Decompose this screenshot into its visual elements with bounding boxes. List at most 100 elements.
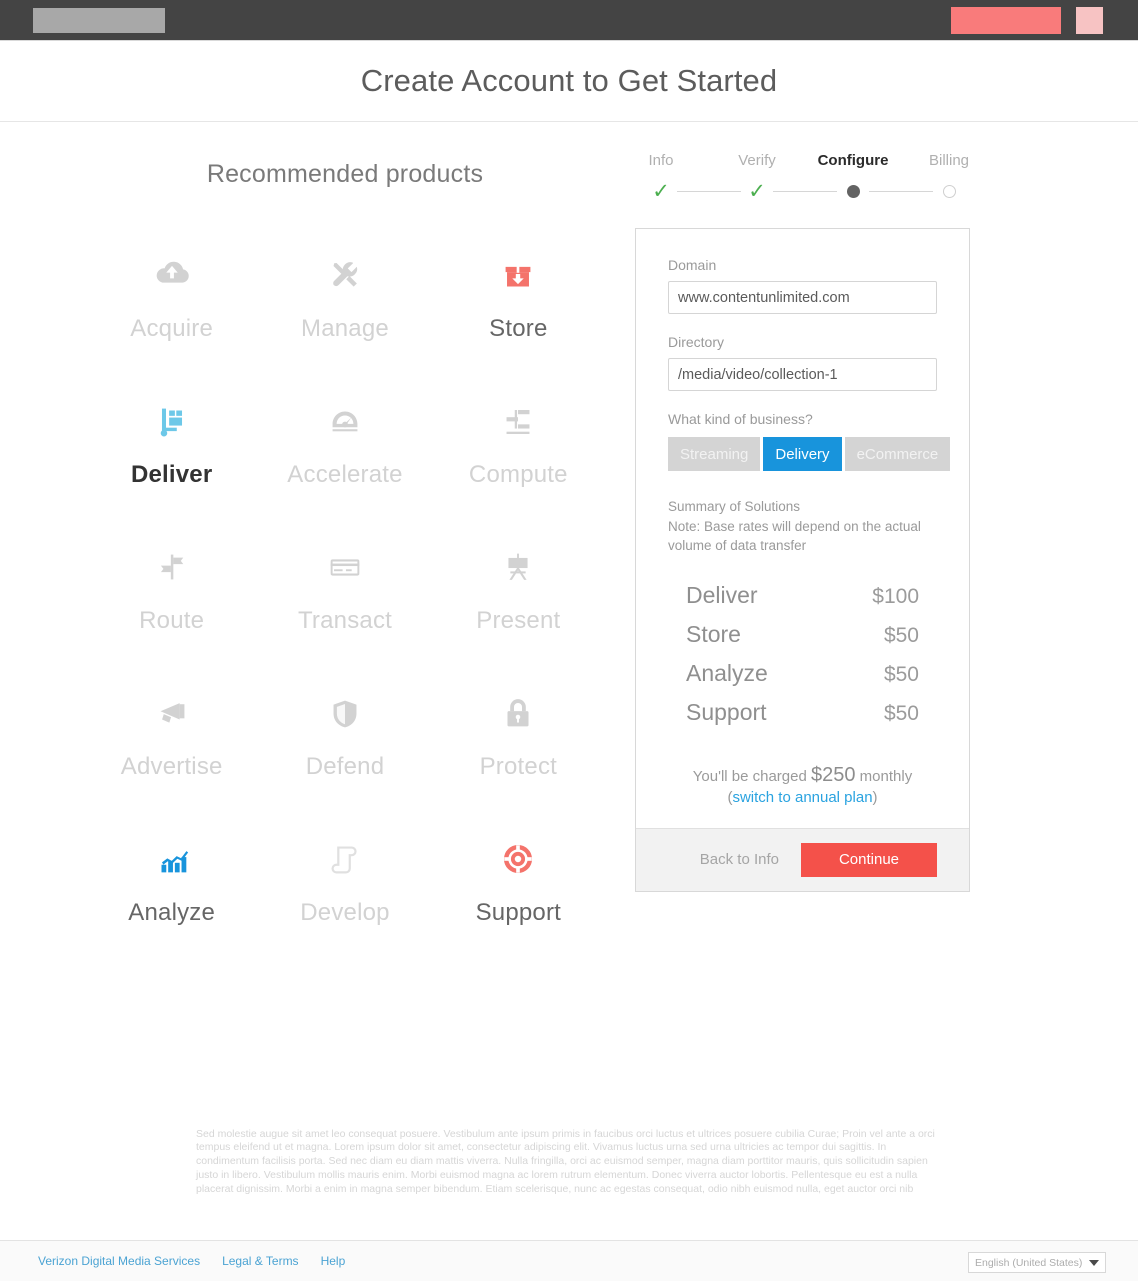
signpost-icon: [144, 539, 200, 595]
summary-solutions-list: Deliver $100 Store $50 Analyze $50 Support $50: [668, 582, 937, 726]
summary-row: Support $50: [686, 699, 919, 726]
summary-item-price: $100: [872, 584, 919, 608]
business-type-option-delivery[interactable]: Delivery: [763, 437, 842, 471]
step-connector-line: [773, 191, 837, 192]
product-tile-label: Defend: [305, 753, 385, 780]
panel-footer: Back to Info Continue: [636, 827, 969, 891]
product-tile-present[interactable]: Present: [432, 539, 605, 635]
directory-field-group: Directory: [668, 334, 937, 391]
business-type-option-ecommerce[interactable]: eCommerce: [844, 437, 951, 471]
check-icon: ✓: [652, 179, 670, 203]
empty-circle-icon: [942, 184, 956, 198]
footer-link-legal-terms[interactable]: Legal & Terms: [222, 1254, 298, 1268]
footer-link-verizon-digital-media-services[interactable]: Verizon Digital Media Services: [38, 1254, 200, 1268]
step-marker-current-configure[interactable]: [842, 180, 864, 202]
storage-box-icon: [490, 247, 546, 303]
scroll-icon: [317, 831, 373, 887]
switch-to-annual-plan-link[interactable]: switch to annual plan: [732, 789, 872, 806]
recommended-products-section: Recommended products Acquire Manage Store D…: [85, 160, 605, 927]
domain-label: Domain: [668, 257, 717, 273]
product-tile-accelerate[interactable]: Accelerate: [258, 393, 431, 489]
brand-logo-placeholder[interactable]: [33, 8, 165, 33]
summary-item-price: $50: [883, 701, 919, 725]
product-tile-protect[interactable]: Protect: [432, 685, 605, 781]
stepper-labels: Info Verify Configure Billing: [635, 152, 970, 174]
nav-avatar-placeholder[interactable]: [1076, 7, 1103, 34]
footer-links: Verizon Digital Media Services Legal & Te…: [38, 1254, 345, 1268]
business-type-segmented-control: Streaming Delivery eCommerce: [668, 437, 951, 471]
product-tile-deliver[interactable]: Deliver: [85, 393, 258, 489]
product-tile-label: Analyze: [128, 899, 216, 926]
language-selector-value: English (United States): [975, 1256, 1083, 1269]
product-tile-compute[interactable]: Compute: [432, 393, 605, 489]
legal-disclaimer-text: Sed molestie augue sit amet leo consequa…: [196, 1127, 935, 1195]
directory-input[interactable]: [668, 358, 937, 391]
check-icon: ✓: [748, 179, 766, 203]
product-tile-label: Store: [489, 315, 548, 342]
summary-row: Analyze $50: [686, 660, 919, 687]
cloud-upload-icon: [144, 247, 200, 303]
lock-icon: [490, 685, 546, 741]
filled-dot-icon: [846, 184, 860, 198]
product-tile-label: Compute: [468, 461, 568, 488]
signup-wizard: InfoVerifyConfigureBilling ✓✓ Domain Dir…: [635, 152, 970, 892]
summary-heading-block: Summary of Solutions Note: Base rates wi…: [668, 497, 937, 556]
megaphone-icon: [144, 685, 200, 741]
speedometer-icon: [317, 393, 373, 449]
paren-close: ): [872, 788, 878, 806]
credit-card-icon: [317, 539, 373, 595]
product-tile-transact[interactable]: Transact: [258, 539, 431, 635]
product-tile-route[interactable]: Route: [85, 539, 258, 635]
business-type-label: What kind of business?: [668, 411, 813, 427]
product-tile-label: Develop: [300, 899, 390, 926]
summary-title: Summary of Solutions: [668, 499, 801, 514]
charge-summary: You'll be charged $250 monthly (switch t…: [668, 764, 937, 806]
product-tile-label: Manage: [301, 315, 389, 342]
charge-amount: $250: [811, 763, 856, 786]
life-ring-icon: [490, 831, 546, 887]
summary-item-name: Analyze: [686, 659, 768, 686]
hand-truck-icon: [144, 393, 200, 449]
product-tile-defend[interactable]: Defend: [258, 685, 431, 781]
summary-item-price: $50: [883, 662, 919, 686]
business-type-option-streaming[interactable]: Streaming: [668, 437, 761, 471]
page-footer: Verizon Digital Media Services Legal & Te…: [0, 1240, 1138, 1281]
nav-primary-action-placeholder[interactable]: [951, 7, 1061, 34]
product-tile-support[interactable]: Support: [432, 831, 605, 927]
product-tile-acquire[interactable]: Acquire: [85, 247, 258, 343]
step-marker-check-verify[interactable]: ✓: [746, 180, 768, 202]
charge-prefix: You'll be charged: [692, 767, 812, 785]
page-header: Create Account to Get Started: [0, 41, 1138, 122]
product-tile-label: Transact: [297, 607, 393, 634]
server-stack-icon: [490, 393, 546, 449]
summary-row: Store $50: [686, 621, 919, 648]
step-marker-check-info[interactable]: ✓: [650, 180, 672, 202]
product-tile-advertise[interactable]: Advertise: [85, 685, 258, 781]
step-label-billing[interactable]: Billing: [929, 152, 969, 169]
product-tile-develop[interactable]: Develop: [258, 831, 431, 927]
product-grid: Acquire Manage Store Deliver Accelerate Compu…: [85, 247, 605, 927]
domain-field-group: Domain: [668, 257, 937, 314]
business-type-group: What kind of business? Streaming Delivery…: [668, 411, 951, 471]
step-label-configure[interactable]: Configure: [818, 152, 889, 169]
product-tile-label: Accelerate: [287, 461, 403, 488]
language-selector[interactable]: English (United States): [968, 1252, 1106, 1273]
annual-plan-line: (switch to annual plan): [668, 789, 937, 806]
top-navigation-bar: [0, 0, 1138, 41]
step-marker-upcoming-billing[interactable]: [938, 180, 960, 202]
domain-input[interactable]: [668, 281, 937, 314]
product-tile-label: Support: [475, 899, 562, 926]
directory-label: Directory: [668, 334, 725, 350]
progress-stepper: Info Verify Configure Billing ✓ ✓: [635, 152, 970, 204]
stepper-marks: ✓ ✓: [635, 178, 970, 204]
continue-button[interactable]: Continue: [801, 842, 937, 877]
footer-link-help[interactable]: Help: [321, 1254, 346, 1268]
product-tile-manage[interactable]: Manage: [258, 247, 431, 343]
product-tile-analyze[interactable]: Analyze: [85, 831, 258, 927]
product-tile-label: Present: [476, 607, 561, 634]
step-label-info[interactable]: Info: [648, 152, 673, 169]
step-label-verify[interactable]: Verify: [738, 152, 776, 169]
summary-item-name: Deliver: [686, 581, 758, 608]
product-tile-store[interactable]: Store: [432, 247, 605, 343]
back-to-info-button[interactable]: Back to Info: [696, 845, 783, 874]
